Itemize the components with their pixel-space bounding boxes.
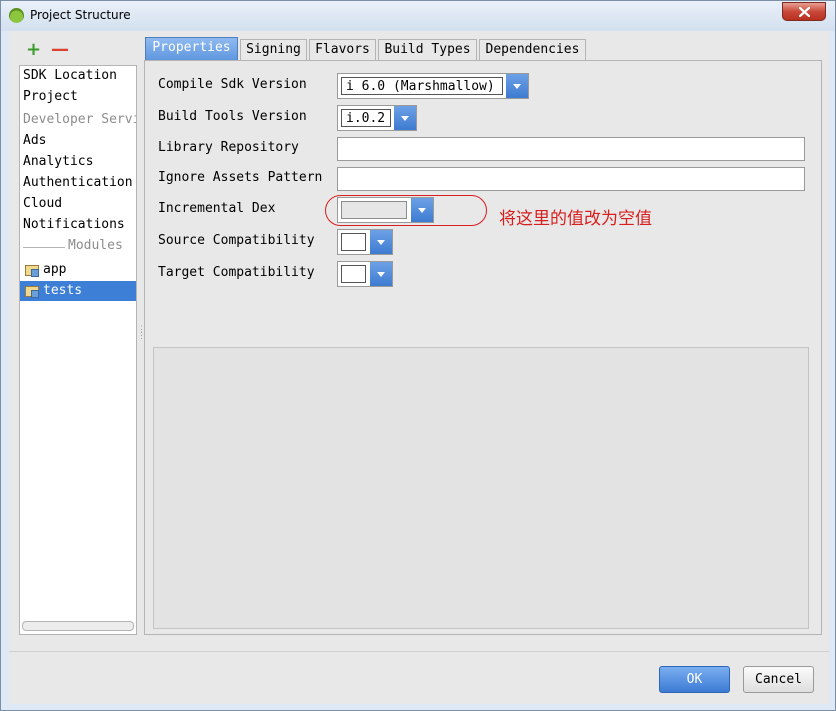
chevron-down-icon[interactable]: [370, 262, 392, 286]
chevron-down-icon[interactable]: [506, 74, 528, 98]
module-folder-icon: [25, 265, 39, 277]
incremental-dex-label: Incremental Dex: [158, 201, 276, 216]
build-tools-label: Build Tools Version: [158, 109, 307, 124]
ok-button[interactable]: OK: [659, 666, 730, 693]
window-title: Project Structure: [30, 8, 131, 22]
sidebar-item-sdk-location[interactable]: SDK Location: [23, 66, 117, 86]
ignore-assets-label: Ignore Assets Pattern: [158, 170, 323, 185]
compile-sdk-value: i 6.0 (Marshmallow): [341, 77, 503, 95]
chevron-down-icon[interactable]: [370, 230, 392, 254]
sidebar-horizontal-scrollbar[interactable]: [22, 621, 134, 631]
tab-flavors[interactable]: Flavors: [309, 39, 376, 60]
sidebar-item-ads[interactable]: Ads: [23, 131, 46, 151]
sidebar-module-tests[interactable]: tests: [20, 281, 136, 301]
module-label: app: [43, 262, 67, 277]
sidebar: SDK Location Project Developer Servi Ads…: [19, 65, 137, 635]
source-compatibility-label: Source Compatibility: [158, 233, 315, 248]
sidebar-item-analytics[interactable]: Analytics: [23, 152, 93, 172]
add-icon[interactable]: +: [26, 41, 41, 59]
sidebar-item-cloud[interactable]: Cloud: [23, 194, 62, 214]
source-compatibility-value: [341, 233, 366, 251]
tab-build-types[interactable]: Build Types: [378, 39, 477, 60]
tab-dependencies[interactable]: Dependencies: [479, 39, 586, 60]
remove-icon[interactable]: —: [51, 41, 69, 59]
footer-divider: [9, 651, 829, 652]
module-label: tests: [43, 283, 83, 298]
library-repository-input[interactable]: [337, 137, 805, 161]
project-structure-window: Project Structure + — SDK Location Proje…: [0, 0, 836, 711]
tab-properties[interactable]: Properties: [145, 37, 238, 60]
sidebar-item-authentication[interactable]: Authentication: [23, 173, 133, 193]
title-bar: Project Structure: [1, 1, 835, 31]
build-tools-value: i.0.2: [341, 109, 391, 127]
annotation-text: 将这里的值改为空值: [499, 209, 652, 229]
close-icon: [799, 7, 810, 17]
android-studio-icon: [9, 8, 24, 23]
library-repository-label: Library Repository: [158, 140, 299, 155]
sidebar-item-project[interactable]: Project: [23, 87, 78, 107]
ignore-assets-input[interactable]: [337, 167, 805, 191]
annotation-highlight-oval: [325, 195, 487, 226]
cancel-button[interactable]: Cancel: [743, 666, 814, 693]
module-folder-icon: [25, 286, 39, 298]
separator-line: [23, 247, 65, 248]
target-compatibility-combo[interactable]: [337, 261, 393, 287]
build-tools-combo[interactable]: i.0.2: [337, 105, 417, 131]
chevron-down-icon[interactable]: [394, 106, 416, 130]
details-area: [153, 347, 809, 629]
target-compatibility-value: [341, 265, 366, 283]
splitter-grip-icon[interactable]: ⋮ ⋮: [137, 326, 146, 345]
sidebar-item-notifications[interactable]: Notifications: [23, 215, 125, 235]
source-compatibility-combo[interactable]: [337, 229, 393, 255]
properties-panel: Compile Sdk Version i 6.0 (Marshmallow) …: [144, 60, 822, 635]
tab-signing[interactable]: Signing: [240, 39, 307, 60]
close-button[interactable]: [782, 2, 826, 21]
target-compatibility-label: Target Compatibility: [158, 265, 315, 280]
dialog-content: + — SDK Location Project Developer Servi…: [9, 31, 829, 704]
sidebar-group-developer-services: Developer Servi: [23, 112, 137, 127]
modules-header: Modules: [68, 238, 123, 253]
modules-separator: Modules: [23, 237, 135, 257]
compile-sdk-label: Compile Sdk Version: [158, 77, 307, 92]
sidebar-module-app[interactable]: app: [20, 260, 136, 280]
compile-sdk-combo[interactable]: i 6.0 (Marshmallow): [337, 73, 529, 99]
